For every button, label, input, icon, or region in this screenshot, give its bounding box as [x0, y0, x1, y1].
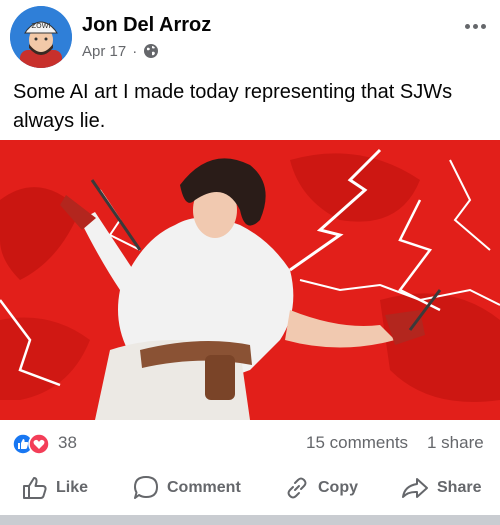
share-arrow-icon [402, 478, 428, 498]
like-label: Like [56, 479, 89, 496]
share-label: Share [437, 479, 482, 496]
more-dot [472, 23, 478, 29]
post-stats: 38 15 comments 1 share [0, 425, 500, 461]
svg-text:ZOWI: ZOWI [31, 22, 50, 30]
author-avatar[interactable]: ZOWI [10, 6, 72, 68]
like-button[interactable]: Like [22, 466, 88, 510]
more-options-button[interactable] [460, 16, 490, 36]
more-dot [480, 23, 486, 29]
globe-icon [144, 44, 159, 58]
author-name[interactable]: Jon Del Arroz [82, 14, 211, 37]
speech-bubble-icon [134, 476, 158, 499]
artwork-illustration [0, 140, 500, 420]
post-divider [0, 515, 500, 525]
post-date[interactable]: Apr 17 [82, 43, 126, 60]
post-image[interactable] [0, 140, 500, 420]
shares-count[interactable]: 1 share [427, 433, 484, 453]
more-dot [464, 23, 470, 29]
reaction-count[interactable]: 38 [58, 433, 77, 453]
copy-button[interactable]: Copy [284, 466, 358, 510]
reaction-icons[interactable] [12, 433, 52, 455]
avatar-image: ZOWI [10, 6, 72, 68]
comment-label: Comment [167, 479, 241, 496]
share-button[interactable]: Share [401, 466, 481, 510]
comment-button[interactable]: Comment [133, 466, 241, 510]
link-icon [287, 477, 307, 499]
meta-separator: · [132, 42, 138, 60]
thumbs-up-icon [23, 477, 47, 499]
copy-label: Copy [318, 479, 358, 496]
post-header: ZOWI Jon Del Arroz Apr 17 · [0, 0, 500, 72]
post-meta: Apr 17 · [82, 41, 159, 61]
comments-count[interactable]: 15 comments [306, 433, 408, 453]
love-icon [28, 433, 50, 455]
post-text: Some AI art I made today representing th… [13, 81, 453, 132]
